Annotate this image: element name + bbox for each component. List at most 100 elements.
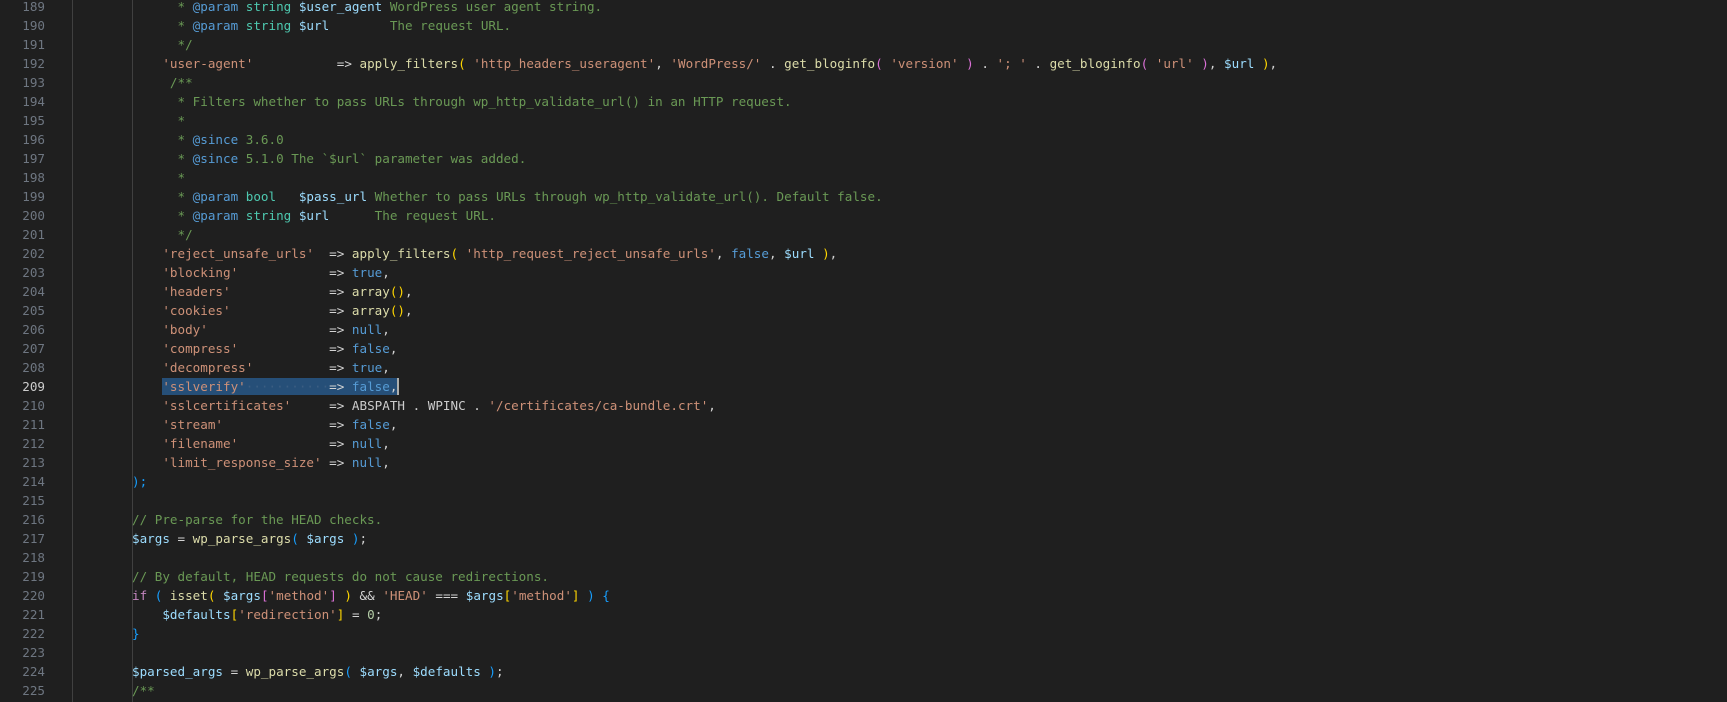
code-token: ) — [344, 531, 360, 546]
code-line[interactable]: 193 /** — [0, 73, 1727, 92]
code-line[interactable]: 199 * @param bool $pass_url Whether to p… — [0, 187, 1727, 206]
line-text: * Filters whether to pass URLs through w… — [132, 92, 792, 111]
code-token: => — [329, 360, 352, 375]
code-line[interactable]: 209 'sslverify'···········=> false, — [0, 377, 1727, 396]
code-line[interactable]: 221 $defaults['redirection'] = 0; — [0, 605, 1727, 624]
code-line[interactable]: 218 — [0, 548, 1727, 567]
code-token: 'sslverify' — [162, 379, 246, 394]
code-token: */ — [132, 227, 193, 242]
line-number: 203 — [22, 265, 45, 280]
code-token: $user_agent — [291, 0, 383, 14]
code-editor[interactable]: 189 * @param string $user_agent WordPres… — [0, 0, 1727, 702]
code-line[interactable]: 190 * @param string $url The request URL… — [0, 16, 1727, 35]
code-token: 'stream' — [162, 417, 224, 432]
code-line[interactable]: 223 — [0, 643, 1727, 662]
line-text: 'headers' => array(), — [132, 282, 412, 301]
code-line[interactable]: 212 'filename' => null, — [0, 434, 1727, 453]
code-token: $args — [306, 531, 345, 546]
code-line[interactable]: 222} — [0, 624, 1727, 643]
code-line[interactable]: 192 'user-agent' => apply_filters( 'http… — [0, 54, 1727, 73]
code-token: => — [329, 417, 352, 432]
code-line[interactable]: 217 $args = wp_parse_args( $args ); — [0, 529, 1727, 548]
code-token: $defaults — [162, 607, 231, 622]
code-line[interactable]: 213 'limit_response_size' => null, — [0, 453, 1727, 472]
code-line[interactable]: 201 */ — [0, 225, 1727, 244]
code-line[interactable]: 197 * @since 5.1.0 The `$url` parameter … — [0, 149, 1727, 168]
code-line[interactable]: 204 'headers' => array(), — [0, 282, 1727, 301]
code-token: ) — [1193, 56, 1209, 71]
line-number: 201 — [22, 227, 45, 242]
code-token: [ — [260, 588, 269, 603]
code-token: , — [382, 265, 390, 280]
line-number: 221 — [22, 607, 45, 622]
code-token: // Pre-parse for the HEAD checks. — [132, 512, 383, 527]
code-line[interactable]: 202 'reject_unsafe_urls' => apply_filter… — [0, 244, 1727, 263]
code-line[interactable]: 203 'blocking' => true, — [0, 263, 1727, 282]
code-line[interactable]: 200 * @param string $url The request URL… — [0, 206, 1727, 225]
code-line[interactable]: 224 $parsed_args = wp_parse_args( $args, … — [0, 662, 1727, 681]
line-number: 205 — [22, 303, 45, 318]
code-line[interactable]: 225 /** — [0, 681, 1727, 700]
code-line[interactable]: 216 // Pre-parse for the HEAD checks. — [0, 510, 1727, 529]
code-token: ) — [814, 246, 830, 261]
code-line[interactable]: 195 * — [0, 111, 1727, 130]
code-token: 'decompress' — [162, 360, 254, 375]
code-line[interactable]: 189 * @param string $user_agent WordPres… — [0, 0, 1727, 16]
code-token: true — [351, 265, 383, 280]
line-text: 'compress' => false, — [132, 339, 397, 358]
code-token: null — [351, 436, 383, 451]
code-token: '/certificates/ca-bundle.crt' — [488, 398, 709, 413]
code-line[interactable]: 198 * — [0, 168, 1727, 187]
code-token: The request URL. — [329, 208, 496, 223]
code-line[interactable]: 220 if ( isset( $args['method'] ) && 'HEA… — [0, 586, 1727, 605]
code-token: @since — [192, 151, 239, 166]
code-line[interactable]: 196 * @since 3.6.0 — [0, 130, 1727, 149]
code-line[interactable]: 205 'cookies' => array(), — [0, 301, 1727, 320]
code-token: */ — [132, 37, 193, 52]
code-token: 3.6.0 — [238, 132, 284, 147]
code-line[interactable]: 206 'body' => null, — [0, 320, 1727, 339]
code-line[interactable]: 215 — [0, 491, 1727, 510]
line-number: 222 — [22, 626, 45, 641]
code-token: /** — [132, 683, 155, 698]
code-line[interactable]: 219 // By default, HEAD requests do not c… — [0, 567, 1727, 586]
code-area[interactable]: 189 * @param string $user_agent WordPres… — [0, 0, 1727, 702]
code-token: } — [132, 626, 140, 641]
line-number: 208 — [22, 360, 45, 375]
line-text: * @param string $user_agent WordPress us… — [132, 0, 602, 16]
code-line[interactable]: 191 */ — [0, 35, 1727, 54]
line-number: 224 — [22, 664, 45, 679]
code-token: * Filters whether to pass URLs through w… — [132, 94, 792, 109]
code-line[interactable]: 210 'sslcertificates' => ABSPATH . WPINC… — [0, 396, 1727, 415]
code-token: . — [761, 56, 785, 71]
code-token: => — [329, 303, 352, 318]
line-number: 220 — [22, 588, 45, 603]
line-number: 209 — [22, 379, 45, 394]
code-token: if — [132, 588, 148, 603]
code-token: 'blocking' — [162, 265, 239, 280]
code-line[interactable]: 208 'decompress' => true, — [0, 358, 1727, 377]
code-token: $defaults — [412, 664, 481, 679]
line-number: 200 — [22, 208, 45, 223]
code-token: , — [382, 436, 390, 451]
code-line[interactable]: 194 * Filters whether to pass URLs throu… — [0, 92, 1727, 111]
code-token: ( — [1140, 56, 1156, 71]
code-token: isset — [169, 588, 208, 603]
code-token: => — [329, 265, 352, 280]
code-line[interactable]: 207 'compress' => false, — [0, 339, 1727, 358]
code-token: ABSPATH . WPINC . — [351, 398, 489, 413]
code-line[interactable]: 211 'stream' => false, — [0, 415, 1727, 434]
code-token: ··········· — [245, 379, 330, 394]
line-number: 192 — [22, 56, 45, 71]
line-text: ); — [132, 472, 147, 491]
line-text: // Pre-parse for the HEAD checks. — [132, 510, 382, 529]
code-line[interactable]: 214); — [0, 472, 1727, 491]
code-token: , — [389, 417, 398, 432]
code-token: ) — [1254, 56, 1270, 71]
